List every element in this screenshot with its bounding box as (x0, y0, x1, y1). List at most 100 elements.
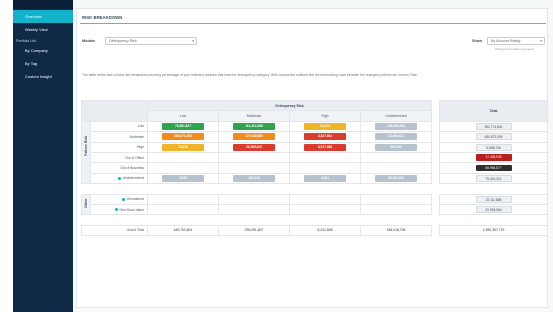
risk-table: Delinquency Risk Total Low Moderate High… (81, 99, 549, 237)
row-label-text: Out of Office (125, 155, 144, 160)
sidebar: Dashboard Overview Weekly View Portfolio… (13, 0, 73, 312)
row-label-text: Moderate (129, 134, 144, 139)
risk-value-pill[interactable]: 2,361 (304, 175, 346, 182)
info-dot-icon[interactable] (118, 177, 122, 181)
sidebar-item-weekly-view[interactable]: Weekly View (13, 23, 73, 36)
row-label: Non-Scan Value (90, 203, 148, 216)
row-label-text: Undetermined (122, 176, 144, 181)
risk-cell (218, 203, 290, 216)
risk-cell (218, 162, 290, 174)
risk-cell (147, 193, 219, 205)
risk-cell: 111,413,288 (218, 120, 290, 133)
risk-cell: 12,483,421 (359, 131, 433, 143)
panel-divider (80, 23, 546, 24)
table-row: Moderate 360,871,693 175,638,650 3,847,081 1… (82, 131, 549, 143)
row-total-value[interactable]: 22,111,858 (475, 195, 512, 203)
row-label: Moderate (90, 131, 148, 143)
risk-cell: 503,702 (359, 141, 433, 153)
risk-cell (147, 151, 219, 164)
risk-cell: 100,316 (218, 172, 290, 185)
risk-value-pill[interactable]: 111,413,288 (233, 123, 275, 130)
sidebar-item-overview[interactable]: Overview (13, 10, 73, 23)
risk-cell (289, 193, 361, 205)
row-label: High (90, 141, 148, 153)
table-corner (81, 100, 148, 122)
table-row: High 76,816 26,396,830 6,017,088 503,702 6,83… (82, 141, 549, 153)
info-dot-icon[interactable] (115, 208, 119, 212)
risk-value-pill[interactable]: 100,316 (233, 175, 275, 182)
risk-value-pill[interactable]: 6,017,088 (304, 143, 346, 151)
table-row: Non-Scan Value 20,918,954 (82, 203, 549, 216)
row-total-value[interactable]: 6,838,706 (475, 143, 512, 151)
row-total-cell: 902,774,840 (439, 120, 549, 133)
risk-cell (147, 203, 219, 216)
row-total-value[interactable]: 85,965,877 (475, 164, 512, 172)
grand-total-cell: 186,418,706 (359, 224, 433, 237)
module-select[interactable]: Delinquency Risk ▾ (105, 36, 197, 45)
module-label: Module (82, 39, 96, 43)
row-total-value[interactable]: 902,774,840 (475, 123, 512, 130)
row-total-value[interactable]: 17,436,935 (475, 154, 512, 162)
risk-value-pill[interactable]: 360,871,693 (162, 133, 204, 141)
row-total-value[interactable]: 20,918,954 (475, 206, 512, 213)
chevron-down-icon: ▾ (540, 38, 542, 43)
risk-cell: 2,361 (289, 172, 361, 185)
risk-value-pill[interactable]: 175,638,650 (233, 133, 275, 141)
column-header-moderate: Moderate (218, 110, 290, 122)
risk-cell: 4,876 (147, 172, 219, 185)
risk-cell (359, 203, 433, 216)
risk-value-pill[interactable]: 76,816 (162, 143, 204, 151)
sidebar-item-custom-insight[interactable]: Custom Insight (13, 70, 73, 83)
row-total-cell: 79,491,321 (439, 172, 549, 185)
row-total-value[interactable]: 639,572,009 (475, 133, 512, 141)
risk-cell (147, 162, 219, 174)
risk-value-pill[interactable]: 12,483,421 (375, 133, 417, 141)
grand-total-sum: 1,390,357,719 (439, 224, 549, 237)
risk-cell: 3,847,081 (289, 131, 361, 143)
section-label-text: Other (84, 198, 88, 209)
risk-cell (359, 162, 433, 174)
column-header-undetermined: Undetermined (359, 110, 433, 122)
risk-cell (359, 193, 433, 205)
risk-value-pill[interactable]: 503,702 (375, 143, 417, 151)
total-header: Total (439, 100, 549, 122)
grand-total-cell: 449,763,801 (147, 224, 219, 237)
chevron-down-icon: ▾ (192, 38, 194, 43)
sidebar-item-by-tag[interactable]: By Tag (13, 57, 73, 70)
row-total-cell: 20,918,954 (439, 203, 549, 216)
risk-cell (289, 162, 361, 174)
risk-cell (359, 151, 433, 164)
risk-value-pill[interactable]: 26,396,830 (233, 143, 275, 151)
row-label: Out of Business (90, 162, 148, 174)
table-row: Out of Business 85,965,877 (82, 162, 549, 174)
row-label-text: Out of Business (120, 166, 144, 171)
info-dot-icon[interactable] (122, 197, 126, 201)
row-label: Undetermined (90, 172, 148, 185)
risk-cell: 76,861,827 (147, 120, 219, 133)
row-label-text: High (137, 145, 144, 150)
sidebar-item-by-company[interactable]: By Company (13, 44, 73, 57)
risk-value-pill[interactable]: 3,847,081 (304, 133, 346, 141)
grand-total-label: Grand Total (81, 224, 148, 237)
show-select[interactable]: By Account Rating ▾ (487, 36, 545, 45)
risk-value-pill[interactable]: 4,876 (162, 175, 204, 182)
risk-cell: 12,431 (289, 120, 361, 133)
risk-value-pill[interactable]: 76,861,827 (162, 123, 204, 130)
risk-value-pill[interactable]: 55,142,204 (375, 175, 417, 182)
row-label-text: Low (137, 124, 144, 129)
row-total-value[interactable]: 79,491,321 (475, 175, 512, 182)
risk-value-pill[interactable]: 105,680,280 (375, 123, 417, 130)
section-label-failure-risk: Failure Risk (81, 120, 91, 185)
risk-cell (289, 151, 361, 164)
row-total-cell: 17,436,935 (439, 151, 549, 164)
main-content: RISK BREAKDOWN Module Delinquency Risk ▾… (73, 0, 553, 312)
panel-title: RISK BREAKDOWN (82, 15, 123, 20)
risk-cell: 26,396,830 (218, 141, 290, 153)
section-label-other: Other (81, 193, 91, 216)
risk-value-pill[interactable]: 12,431 (304, 123, 346, 130)
table-row: Other Unmatched 22,111,858 (81, 193, 549, 216)
row-total-cell: 85,965,877 (439, 162, 549, 174)
show-hint: Change how data is grouped (495, 46, 534, 51)
row-total-cell: 6,838,706 (439, 141, 549, 153)
table-row: Failure Risk Low 76,861,827 111,413,288 12,4… (81, 120, 549, 185)
